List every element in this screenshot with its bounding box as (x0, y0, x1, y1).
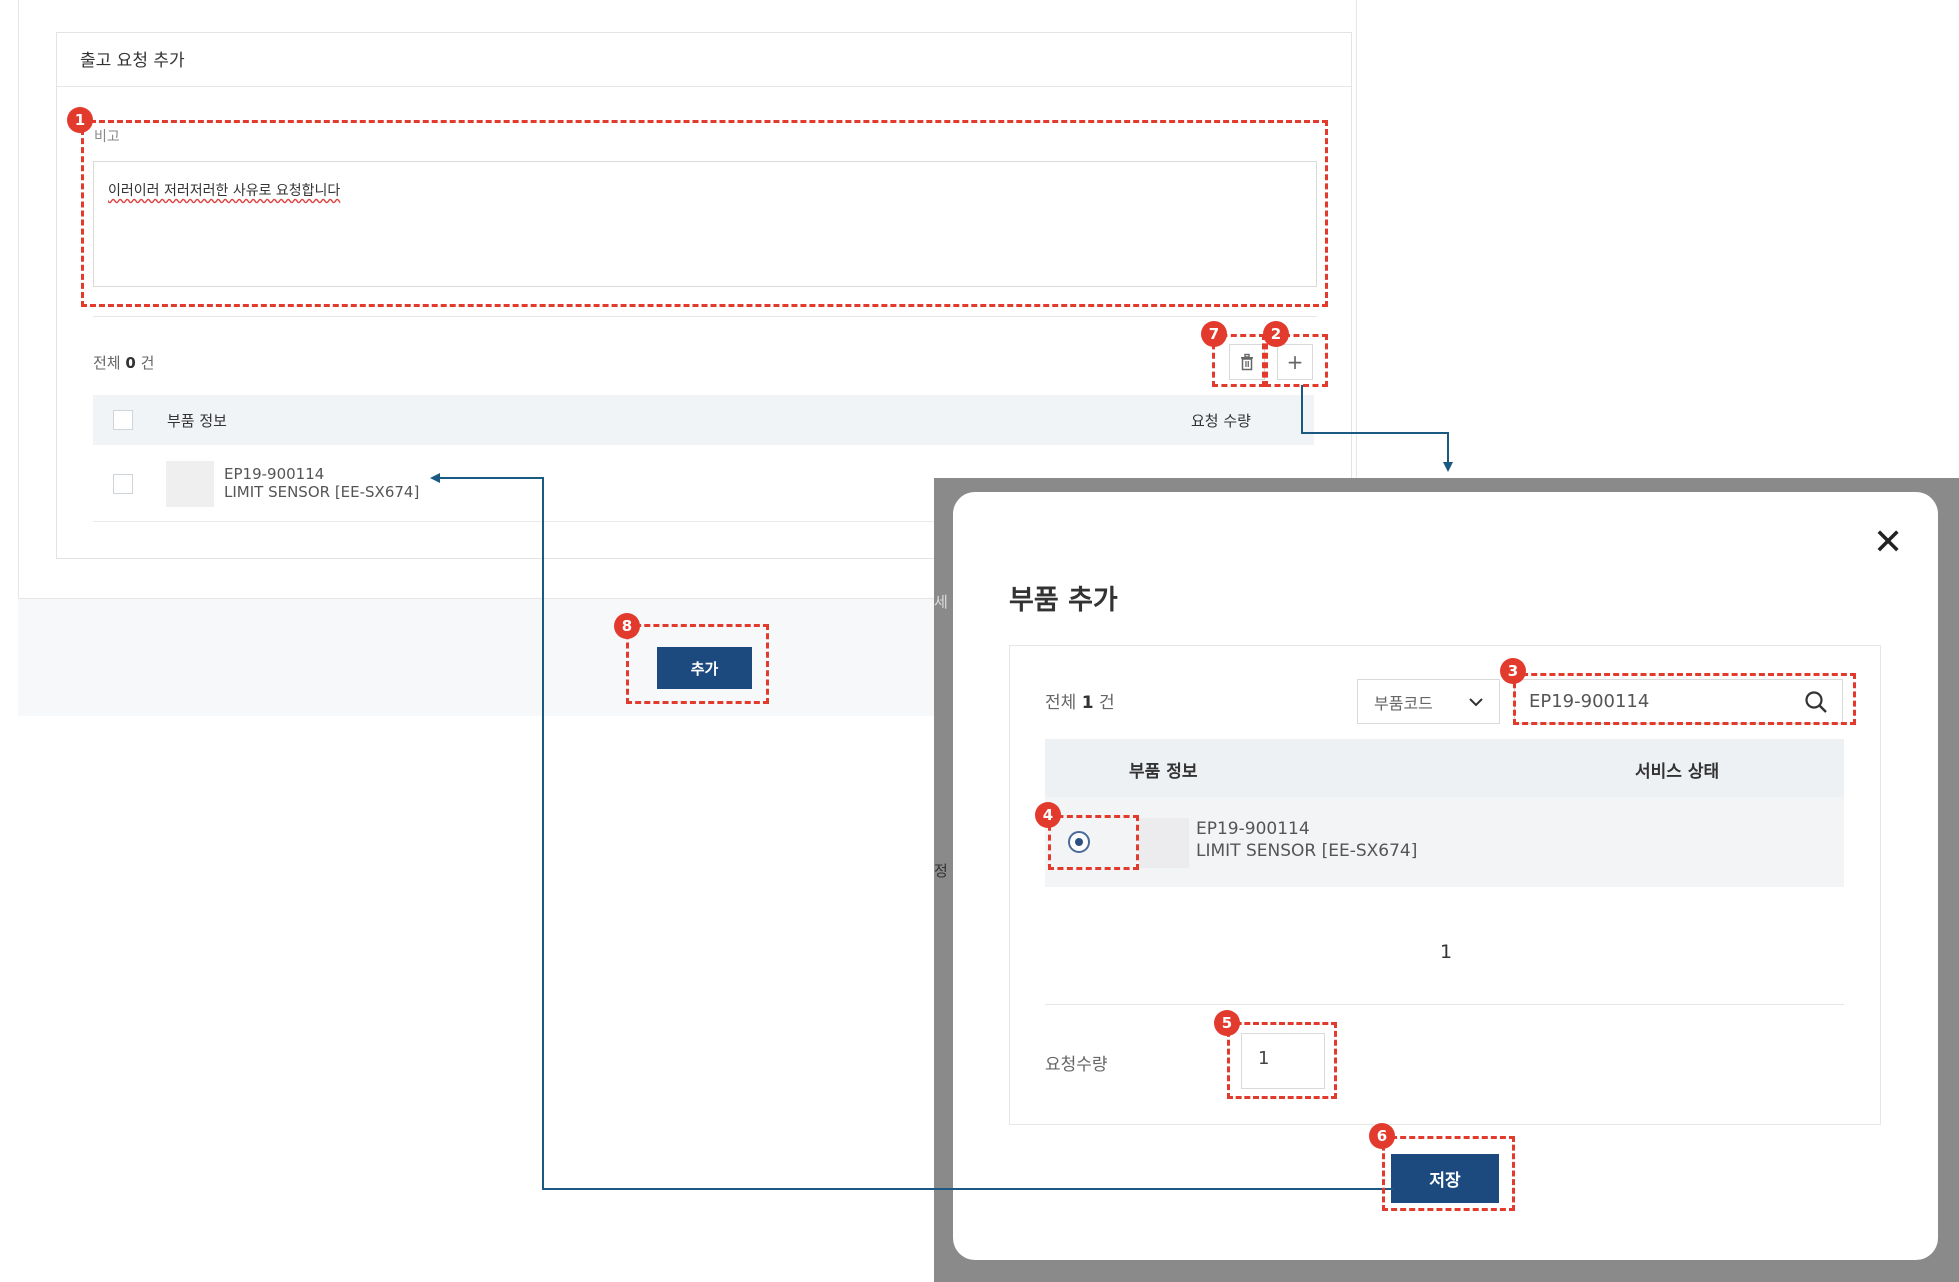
count-suffix: 건 (1098, 693, 1115, 713)
qty-label: 요청수량 (1045, 1055, 1108, 1075)
modal-section-divider (1045, 1004, 1844, 1005)
annotation-badge-1: 1 (67, 107, 93, 133)
annotation-badge-4: 4 (1035, 802, 1061, 828)
annotation-box-qty (1227, 1022, 1337, 1099)
select-all-checkbox[interactable] (113, 410, 133, 430)
parts-table-header (93, 395, 1314, 445)
annotation-badge-8: 8 (614, 613, 640, 639)
annotation-badge-6: 6 (1369, 1123, 1395, 1149)
modal-total-count: 전체 1 건 (1045, 688, 1115, 713)
search-type-select[interactable]: 부품코드 (1357, 679, 1500, 724)
chevron-down-icon (1469, 697, 1483, 706)
part-code: EP19-900114 (1196, 819, 1310, 839)
annotation-box-memo (81, 120, 1328, 307)
annotation-box-save (1382, 1136, 1515, 1211)
pagination-page[interactable]: 1 (1440, 941, 1452, 963)
connector-line (542, 1188, 1394, 1190)
annotation-box-submit (626, 624, 769, 704)
background-fragment: 세 (934, 593, 948, 611)
background-fragment: 정 (934, 862, 948, 880)
connector-line (1301, 432, 1449, 434)
annotation-box-search (1513, 673, 1856, 725)
column-service-status: 서비스 상태 (1635, 762, 1720, 782)
modal-title: 부품 추가 (1009, 585, 1118, 616)
annotation-badge-3: 3 (1500, 658, 1526, 684)
count-prefix: 전체 (93, 354, 121, 372)
part-name: LIMIT SENSOR [EE-SX674] (224, 483, 420, 501)
count-value: 1 (1081, 693, 1094, 713)
connector-line (440, 477, 544, 479)
part-code: EP19-900114 (224, 465, 325, 483)
section-divider (93, 316, 1317, 317)
column-part-info: 부품 정보 (167, 412, 227, 430)
part-thumbnail (166, 461, 214, 507)
annotation-badge-7: 7 (1201, 321, 1227, 347)
connector-line (1301, 385, 1303, 434)
arrow-down-icon (1443, 462, 1453, 472)
column-part-info: 부품 정보 (1129, 762, 1198, 782)
connector-line (1447, 432, 1449, 462)
count-prefix: 전체 (1045, 693, 1077, 713)
card-title: 출고 요청 추가 (80, 51, 185, 71)
table-row[interactable]: EP19-900114 LIMIT SENSOR [EE-SX674] (224, 465, 419, 501)
annotation-badge-2: 2 (1263, 321, 1289, 347)
row-checkbox[interactable] (113, 474, 133, 494)
card-divider (57, 86, 1351, 87)
total-count: 전체 0 건 (93, 352, 154, 373)
part-thumbnail (1139, 818, 1189, 868)
annotation-badge-5: 5 (1214, 1010, 1240, 1036)
arrow-left-icon (430, 473, 440, 483)
annotation-box-radio (1048, 815, 1139, 870)
connector-line (542, 477, 544, 1190)
close-icon[interactable]: ✕ (1873, 522, 1903, 563)
column-request-qty: 요청 수량 (1191, 412, 1251, 430)
part-name: LIMIT SENSOR [EE-SX674] (1196, 841, 1418, 861)
count-suffix: 건 (140, 354, 155, 372)
count-value: 0 (125, 354, 136, 372)
modal-part-info: EP19-900114 LIMIT SENSOR [EE-SX674] (1196, 818, 1417, 862)
search-type-value: 부품코드 (1374, 693, 1433, 713)
